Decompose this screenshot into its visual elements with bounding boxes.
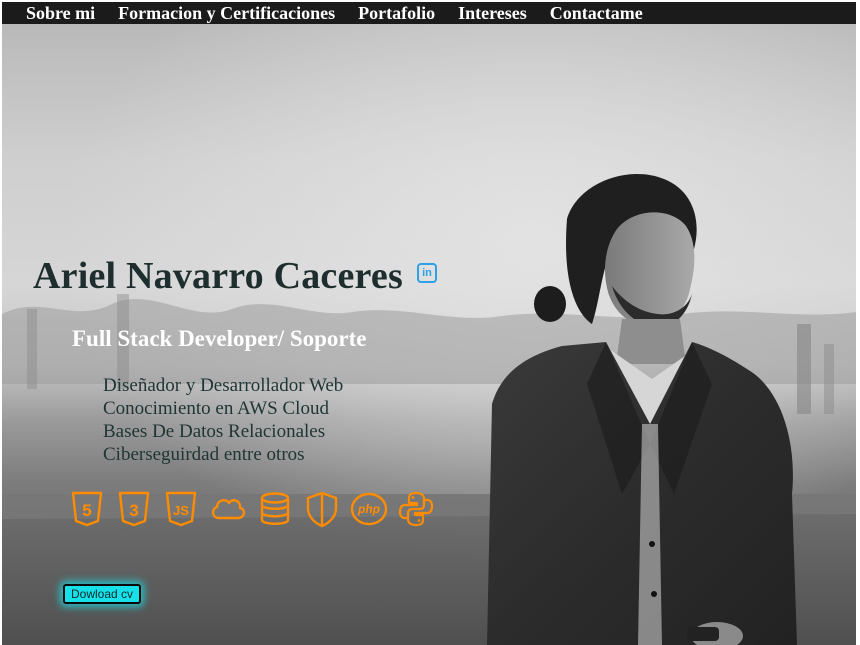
cloud-icon [211,499,246,520]
skills-list: Diseñador y Desarrollador Web Conocimien… [103,374,343,466]
skill-item: Diseñador y Desarrollador Web [103,375,344,396]
html5-glyph: 5 [82,501,91,520]
page-frame: Sobre mi Formacion y Certificaciones Por… [2,2,856,645]
php-icon: php [350,492,388,526]
hero-section: Ariel Navarro Caceres in Full Stack Deve… [2,24,856,645]
javascript-glyph: JS [173,503,189,518]
nav-link-contactame[interactable]: Contactame [550,3,643,24]
skill-item: Conocimiento en AWS Cloud [103,398,329,419]
nav-link-formacion[interactable]: Formacion y Certificaciones [118,3,335,24]
css3-glyph: 3 [129,501,138,520]
top-navbar: Sobre mi Formacion y Certificaciones Por… [2,2,856,24]
skill-item: Ciberseguirdad entre otros [103,444,305,465]
css3-icon: 3 [118,491,150,527]
php-glyph: php [357,502,380,516]
html5-icon: 5 [71,491,103,527]
nav-link-intereses[interactable]: Intereses [458,3,527,24]
profile-name: Ariel Navarro Caceres [33,255,403,297]
linkedin-icon[interactable]: in [417,263,437,283]
download-cv-button[interactable]: Dowload cv [63,584,142,604]
name-row: Ariel Navarro Caceres in [33,254,437,298]
nav-link-portafolio[interactable]: Portafolio [358,3,435,24]
shield-icon [306,491,338,528]
skill-item: Bases De Datos Relacionales [103,421,326,442]
nav-link-sobre-mi[interactable]: Sobre mi [26,3,95,24]
javascript-icon: JS [165,491,197,527]
python-icon [398,491,434,527]
role-title: Full Stack Developer/ Soporte [72,326,367,351]
tech-icons-row: 5 3 JS php [68,490,444,528]
database-icon [260,492,290,525]
